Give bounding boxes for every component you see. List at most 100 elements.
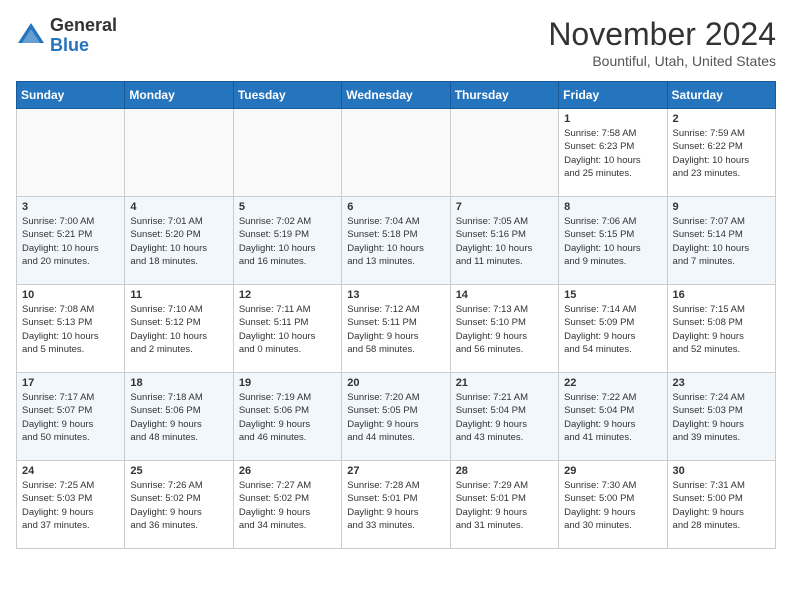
day-info: Sunrise: 7:58 AM Sunset: 6:23 PM Dayligh…	[564, 127, 661, 180]
day-number: 22	[564, 377, 661, 389]
day-info: Sunrise: 7:26 AM Sunset: 5:02 PM Dayligh…	[130, 479, 227, 532]
day-info: Sunrise: 7:28 AM Sunset: 5:01 PM Dayligh…	[347, 479, 444, 532]
calendar-day-cell: 7Sunrise: 7:05 AM Sunset: 5:16 PM Daylig…	[450, 197, 558, 285]
day-info: Sunrise: 7:15 AM Sunset: 5:08 PM Dayligh…	[673, 303, 770, 356]
calendar-day-cell: 14Sunrise: 7:13 AM Sunset: 5:10 PM Dayli…	[450, 285, 558, 373]
weekday-header: Monday	[125, 82, 233, 109]
weekday-header: Sunday	[17, 82, 125, 109]
day-info: Sunrise: 7:02 AM Sunset: 5:19 PM Dayligh…	[239, 215, 336, 268]
calendar-table: SundayMondayTuesdayWednesdayThursdayFrid…	[16, 81, 776, 549]
day-number: 8	[564, 201, 661, 213]
calendar-week-row: 10Sunrise: 7:08 AM Sunset: 5:13 PM Dayli…	[17, 285, 776, 373]
day-number: 1	[564, 113, 661, 125]
calendar-day-cell	[450, 109, 558, 197]
day-info: Sunrise: 7:24 AM Sunset: 5:03 PM Dayligh…	[673, 391, 770, 444]
logo-text: General Blue	[50, 16, 117, 56]
day-info: Sunrise: 7:22 AM Sunset: 5:04 PM Dayligh…	[564, 391, 661, 444]
calendar-day-cell: 30Sunrise: 7:31 AM Sunset: 5:00 PM Dayli…	[667, 461, 775, 549]
day-info: Sunrise: 7:29 AM Sunset: 5:01 PM Dayligh…	[456, 479, 553, 532]
day-number: 29	[564, 465, 661, 477]
day-info: Sunrise: 7:20 AM Sunset: 5:05 PM Dayligh…	[347, 391, 444, 444]
calendar-day-cell	[17, 109, 125, 197]
title-block: November 2024 Bountiful, Utah, United St…	[548, 16, 776, 69]
calendar-day-cell: 3 Sunrise: 7:00 AM Sunset: 5:21 PM Daylig…	[17, 197, 125, 285]
calendar-day-cell: 5 Sunrise: 7:02 AM Sunset: 5:19 PM Daylig…	[233, 197, 341, 285]
day-info: Sunrise: 7:06 AM Sunset: 5:15 PM Dayligh…	[564, 215, 661, 268]
calendar-day-cell: 18 Sunrise: 7:18 AM Sunset: 5:06 PM Dayli…	[125, 373, 233, 461]
day-info: Sunrise: 7:08 AM Sunset: 5:13 PM Dayligh…	[22, 303, 119, 356]
day-info: Sunrise: 7:01 AM Sunset: 5:20 PM Dayligh…	[130, 215, 227, 268]
calendar-day-cell: 8 Sunrise: 7:06 AM Sunset: 5:15 PM Daylig…	[559, 197, 667, 285]
day-number: 5	[239, 201, 336, 213]
day-info: Sunrise: 7:18 AM Sunset: 5:06 PM Dayligh…	[130, 391, 227, 444]
day-number: 14	[456, 289, 553, 301]
day-number: 4	[130, 201, 227, 213]
calendar-day-cell: 16 Sunrise: 7:15 AM Sunset: 5:08 PM Dayli…	[667, 285, 775, 373]
calendar-day-cell: 28 Sunrise: 7:29 AM Sunset: 5:01 PM Dayli…	[450, 461, 558, 549]
calendar-day-cell: 23 Sunrise: 7:24 AM Sunset: 5:03 PM Dayli…	[667, 373, 775, 461]
logo-blue: Blue	[50, 36, 117, 56]
weekday-header: Wednesday	[342, 82, 450, 109]
calendar-day-cell	[233, 109, 341, 197]
day-number: 16	[673, 289, 770, 301]
day-number: 30	[673, 465, 770, 477]
day-number: 19	[239, 377, 336, 389]
weekday-header: Friday	[559, 82, 667, 109]
day-number: 6	[347, 201, 444, 213]
calendar-week-row: 1 Sunrise: 7:58 AM Sunset: 6:23 PM Daylig…	[17, 109, 776, 197]
calendar-day-cell: 12Sunrise: 7:11 AM Sunset: 5:11 PM Dayli…	[233, 285, 341, 373]
day-number: 27	[347, 465, 444, 477]
day-info: Sunrise: 7:05 AM Sunset: 5:16 PM Dayligh…	[456, 215, 553, 268]
calendar-day-cell: 17 Sunrise: 7:17 AM Sunset: 5:07 PM Dayli…	[17, 373, 125, 461]
day-number: 13	[347, 289, 444, 301]
calendar-day-cell: 22 Sunrise: 7:22 AM Sunset: 5:04 PM Dayli…	[559, 373, 667, 461]
day-info: Sunrise: 7:19 AM Sunset: 5:06 PM Dayligh…	[239, 391, 336, 444]
day-number: 9	[673, 201, 770, 213]
calendar-day-cell: 2Sunrise: 7:59 AM Sunset: 6:22 PM Daylig…	[667, 109, 775, 197]
day-number: 23	[673, 377, 770, 389]
calendar-day-cell: 27 Sunrise: 7:28 AM Sunset: 5:01 PM Dayli…	[342, 461, 450, 549]
calendar-day-cell: 19 Sunrise: 7:19 AM Sunset: 5:06 PM Dayli…	[233, 373, 341, 461]
calendar-day-cell: 26 Sunrise: 7:27 AM Sunset: 5:02 PM Dayli…	[233, 461, 341, 549]
calendar-day-cell: 11Sunrise: 7:10 AM Sunset: 5:12 PM Dayli…	[125, 285, 233, 373]
calendar-day-cell: 21 Sunrise: 7:21 AM Sunset: 5:04 PM Dayli…	[450, 373, 558, 461]
day-number: 3	[22, 201, 119, 213]
calendar-day-cell: 10Sunrise: 7:08 AM Sunset: 5:13 PM Dayli…	[17, 285, 125, 373]
day-number: 12	[239, 289, 336, 301]
weekday-header: Tuesday	[233, 82, 341, 109]
page-header: General Blue November 2024 Bountiful, Ut…	[16, 16, 776, 69]
day-info: Sunrise: 7:10 AM Sunset: 5:12 PM Dayligh…	[130, 303, 227, 356]
month-title: November 2024	[548, 16, 776, 53]
calendar-day-cell: 15 Sunrise: 7:14 AM Sunset: 5:09 PM Dayli…	[559, 285, 667, 373]
day-number: 20	[347, 377, 444, 389]
day-info: Sunrise: 7:17 AM Sunset: 5:07 PM Dayligh…	[22, 391, 119, 444]
day-info: Sunrise: 7:12 AM Sunset: 5:11 PM Dayligh…	[347, 303, 444, 356]
day-info: Sunrise: 7:00 AM Sunset: 5:21 PM Dayligh…	[22, 215, 119, 268]
day-number: 15	[564, 289, 661, 301]
day-info: Sunrise: 7:59 AM Sunset: 6:22 PM Dayligh…	[673, 127, 770, 180]
day-info: Sunrise: 7:30 AM Sunset: 5:00 PM Dayligh…	[564, 479, 661, 532]
logo[interactable]: General Blue	[16, 16, 117, 56]
calendar-week-row: 24Sunrise: 7:25 AM Sunset: 5:03 PM Dayli…	[17, 461, 776, 549]
calendar-day-cell	[342, 109, 450, 197]
calendar-day-cell: 29 Sunrise: 7:30 AM Sunset: 5:00 PM Dayli…	[559, 461, 667, 549]
calendar-day-cell: 4 Sunrise: 7:01 AM Sunset: 5:20 PM Daylig…	[125, 197, 233, 285]
logo-icon	[16, 21, 46, 51]
calendar-week-row: 17 Sunrise: 7:17 AM Sunset: 5:07 PM Dayli…	[17, 373, 776, 461]
day-info: Sunrise: 7:27 AM Sunset: 5:02 PM Dayligh…	[239, 479, 336, 532]
location: Bountiful, Utah, United States	[548, 53, 776, 69]
day-number: 17	[22, 377, 119, 389]
calendar-week-row: 3 Sunrise: 7:00 AM Sunset: 5:21 PM Daylig…	[17, 197, 776, 285]
day-info: Sunrise: 7:04 AM Sunset: 5:18 PM Dayligh…	[347, 215, 444, 268]
day-info: Sunrise: 7:14 AM Sunset: 5:09 PM Dayligh…	[564, 303, 661, 356]
logo-general: General	[50, 16, 117, 36]
day-info: Sunrise: 7:21 AM Sunset: 5:04 PM Dayligh…	[456, 391, 553, 444]
calendar-day-cell: 20 Sunrise: 7:20 AM Sunset: 5:05 PM Dayli…	[342, 373, 450, 461]
day-number: 26	[239, 465, 336, 477]
day-number: 21	[456, 377, 553, 389]
calendar-day-cell: 25Sunrise: 7:26 AM Sunset: 5:02 PM Dayli…	[125, 461, 233, 549]
calendar-header-row: SundayMondayTuesdayWednesdayThursdayFrid…	[17, 82, 776, 109]
day-number: 28	[456, 465, 553, 477]
day-number: 18	[130, 377, 227, 389]
weekday-header: Thursday	[450, 82, 558, 109]
